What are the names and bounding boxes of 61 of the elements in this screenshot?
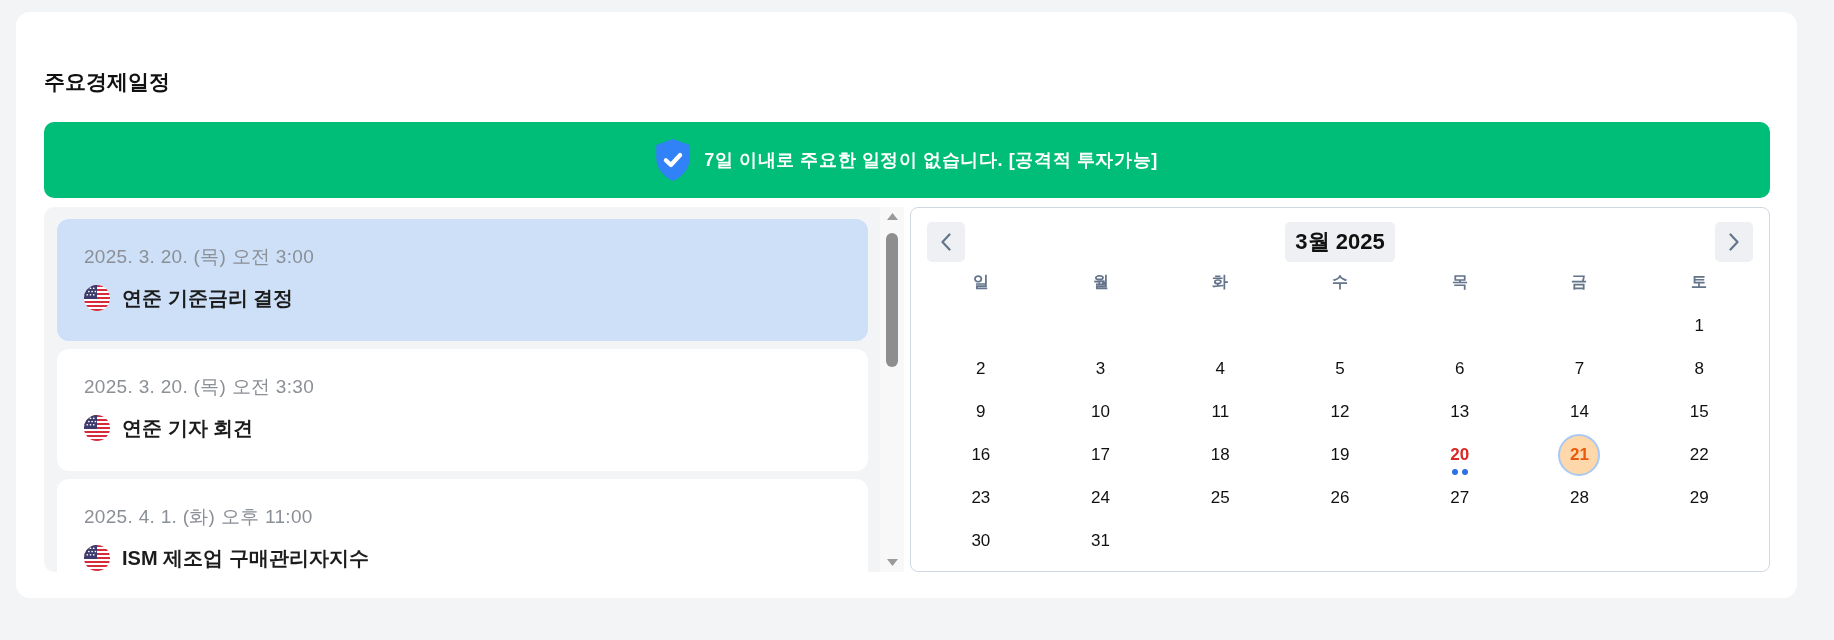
calendar-day[interactable]: 17	[1079, 433, 1122, 476]
calendar-day[interactable]: 27	[1438, 476, 1481, 519]
weekday-label: 월	[1092, 272, 1109, 292]
calendar-day[interactable]: 2	[959, 347, 1002, 390]
event-datetime: 2025. 3. 20. (목) 오전 3:00	[84, 245, 315, 269]
chevron-right-icon	[1729, 233, 1739, 251]
calendar-day[interactable]: 22	[1678, 433, 1721, 476]
event-title: 연준 기자 회견	[122, 416, 254, 440]
calendar-day[interactable]: 20	[1438, 433, 1481, 476]
next-month-button[interactable]	[1715, 222, 1753, 262]
calendar-day[interactable]: 3	[1079, 347, 1122, 390]
calendar-day[interactable]: 14	[1558, 390, 1601, 433]
prev-month-button[interactable]	[927, 222, 965, 262]
calendar-day[interactable]: 6	[1438, 347, 1481, 390]
scroll-up-icon[interactable]	[886, 213, 898, 220]
calendar-day[interactable]: 28	[1558, 476, 1601, 519]
chevron-left-icon	[941, 233, 951, 251]
scroll-down-icon[interactable]	[886, 559, 898, 566]
event-datetime: 2025. 3. 20. (목) 오전 3:30	[84, 375, 315, 399]
weekday-label: 화	[1212, 272, 1229, 292]
calendar-day[interactable]: 5	[1319, 347, 1361, 390]
event-card[interactable]: 2025. 3. 20. (목) 오전 3:30 연준 기자 회견	[57, 349, 868, 471]
scrollbar-thumb[interactable]	[886, 233, 898, 367]
calendar-day[interactable]: 26	[1319, 476, 1361, 519]
event-card[interactable]: 2025. 3. 20. (목) 오전 3:00 연준 기준금리 결정	[57, 219, 868, 341]
banner-message: 7일 이내로 주요한 일정이 없습니다. [공격적 투자가능]	[704, 149, 1158, 172]
calendar-day[interactable]: 31	[1079, 519, 1122, 562]
weekday-label: 목	[1451, 272, 1468, 292]
calendar-day[interactable]: 8	[1678, 347, 1721, 390]
calendar-day[interactable]: 4	[1199, 347, 1242, 390]
us-flag-icon	[84, 545, 110, 571]
weekday-label: 일	[972, 272, 989, 292]
weekday-label: 금	[1571, 272, 1588, 292]
calendar-day[interactable]: 30	[959, 519, 1002, 562]
weekday-label: 수	[1332, 272, 1348, 292]
event-title: ISM 제조업 구매관리자지수	[122, 546, 369, 570]
us-flag-icon	[84, 415, 110, 441]
shield-check-icon	[656, 139, 691, 181]
calendar-day[interactable]: 19	[1319, 433, 1361, 476]
calendar-day[interactable]: 24	[1079, 476, 1122, 519]
calendar-day[interactable]: 13	[1438, 390, 1481, 433]
event-datetime: 2025. 4. 1. (화) 오후 11:00	[84, 505, 313, 529]
scrollbar[interactable]	[880, 207, 904, 572]
us-flag-icon	[84, 285, 110, 311]
section-title: 주요경제일정	[44, 70, 170, 94]
calendar-day[interactable]: 10	[1079, 390, 1122, 433]
calendar-day[interactable]: 9	[959, 390, 1002, 433]
month-label-button[interactable]: 3월 2025	[1285, 222, 1395, 262]
calendar-day[interactable]: 12	[1319, 390, 1361, 433]
calendar-day[interactable]: 25	[1199, 476, 1242, 519]
calendar-day[interactable]: 23	[959, 476, 1002, 519]
weekday-label: 토	[1691, 272, 1708, 292]
calendar-day[interactable]: 7	[1558, 347, 1601, 390]
calendar-day[interactable]: 1	[1678, 304, 1721, 347]
calendar-day[interactable]: 16	[959, 433, 1002, 476]
event-card[interactable]: 2025. 4. 1. (화) 오후 11:00 ISM 제조업 구매관리자지수	[57, 479, 868, 572]
event-title: 연준 기준금리 결정	[122, 286, 294, 310]
calendar-day[interactable]: 15	[1678, 390, 1721, 433]
calendar-day[interactable]: 18	[1199, 433, 1242, 476]
calendar-day[interactable]: 11	[1199, 390, 1242, 433]
calendar-day[interactable]: 29	[1678, 476, 1721, 519]
